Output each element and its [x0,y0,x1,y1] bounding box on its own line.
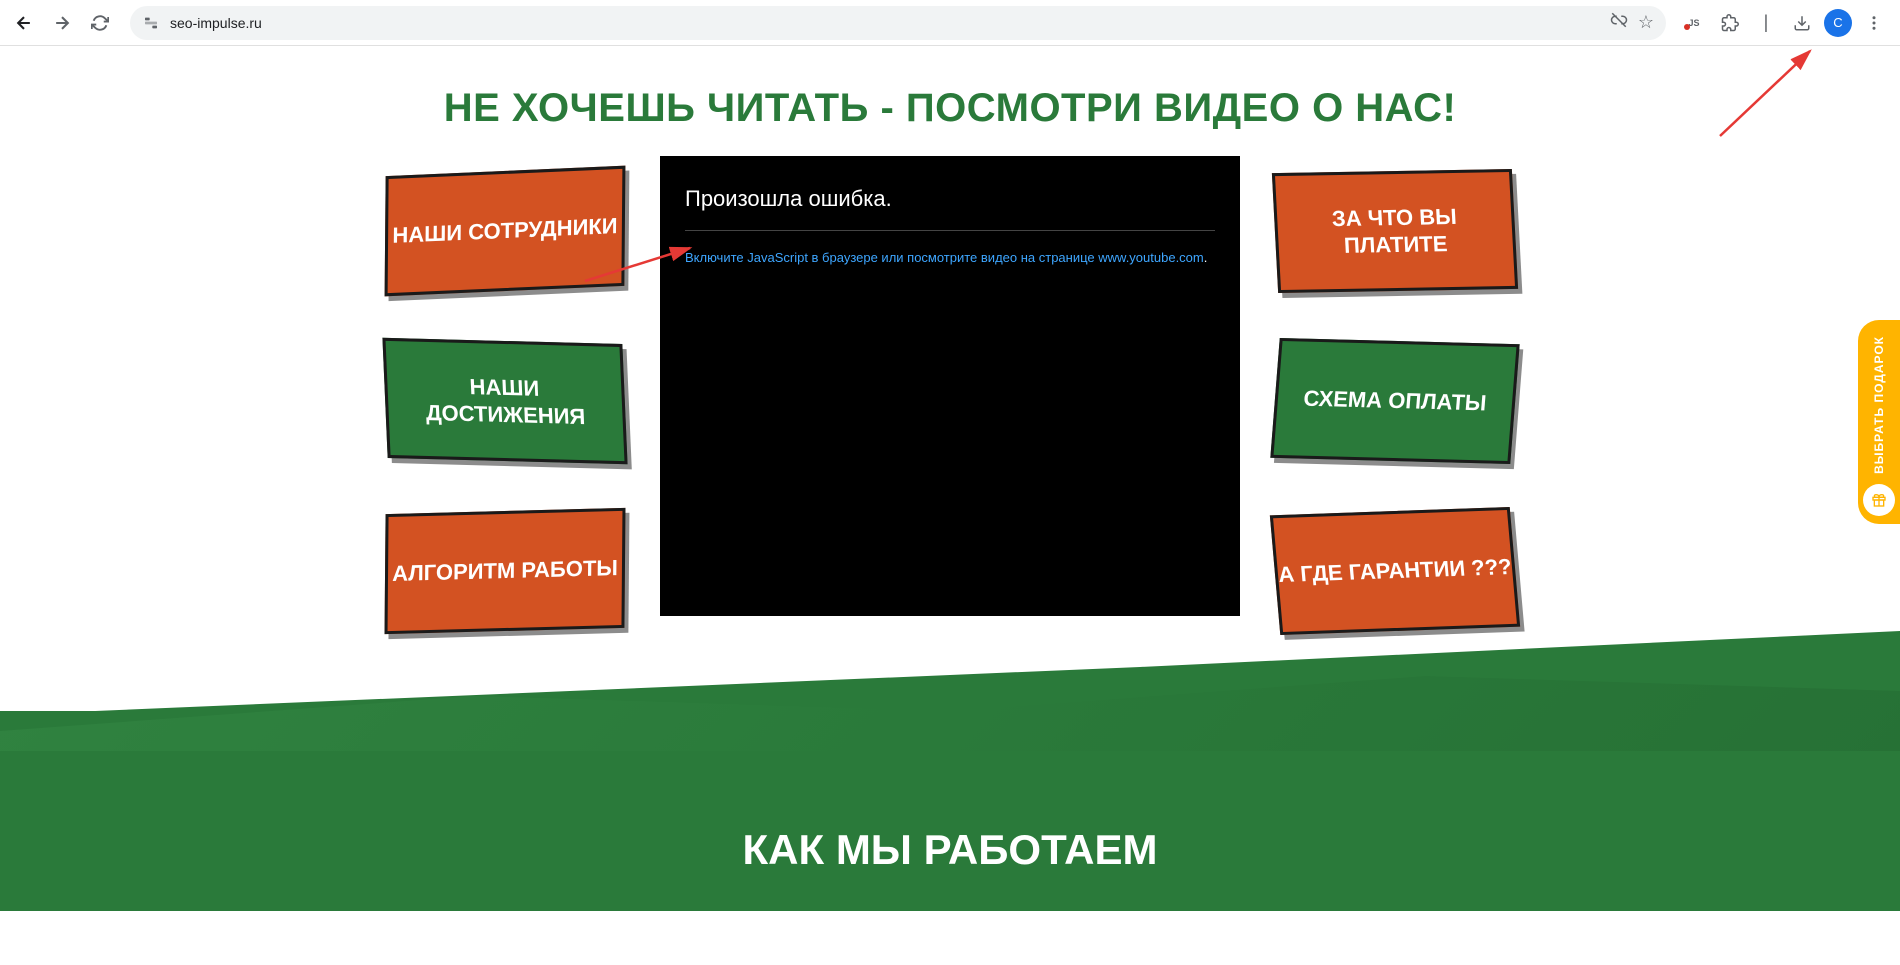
video-embed[interactable]: Произошла ошибка. Включите JavaScript в … [660,156,1240,616]
card-algorithm[interactable]: АЛГОРИТМ РАБОТЫ [385,508,626,634]
card-label: СХЕМА ОПЛАТЫ [1303,385,1488,417]
card-guarantees[interactable]: А ГДЕ ГАРАНТИИ ??? [1270,507,1520,635]
profile-avatar[interactable]: C [1824,9,1852,37]
js-extension-icon[interactable]: JS [1680,9,1708,37]
url-text: seo-impulse.ru [170,15,1600,31]
card-label: АЛГОРИТМ РАБОТЫ [392,554,618,587]
forward-button[interactable] [46,7,78,39]
page-content: НЕ ХОЧЕШЬ ЧИТАТЬ - ПОСМОТРИ ВИДЕО О НАС!… [0,46,1900,911]
broken-link-icon[interactable] [1610,11,1628,34]
gift-icon [1863,484,1895,516]
site-settings-icon[interactable] [142,14,160,32]
card-label: А ГДЕ ГАРАНТИИ ??? [1277,553,1513,589]
how-we-work-section: КАК МЫ РАБОТАЕМ [0,711,1900,911]
hero-title: НЕ ХОЧЕШЬ ЧИТАТЬ - ПОСМОТРИ ВИДЕО О НАС! [0,46,1900,156]
extensions-icon[interactable] [1716,9,1744,37]
card-label: НАШИ СОТРУДНИКИ [392,212,617,249]
downloads-icon[interactable] [1788,9,1816,37]
browser-toolbar: seo-impulse.ru ☆ JS | C [0,0,1900,46]
card-staff[interactable]: НАШИ СОТРУДНИКИ [385,166,626,297]
content-row: НАШИ СОТРУДНИКИ НАШИ ДОСТИЖЕНИЯ АЛГОРИТМ… [0,156,1900,681]
card-label: ЗА ЧТО ВЫ ПЛАТИТЕ [1277,201,1514,260]
address-bar[interactable]: seo-impulse.ru ☆ [130,6,1666,40]
card-payment-for[interactable]: ЗА ЧТО ВЫ ПЛАТИТЕ [1272,169,1518,293]
gift-float-button[interactable]: ВЫБРАТЬ ПОДАРОК [1858,320,1900,524]
reload-button[interactable] [84,7,116,39]
star-icon[interactable]: ☆ [1638,12,1654,33]
back-button[interactable] [8,7,40,39]
left-card-column: НАШИ СОТРУДНИКИ НАШИ ДОСТИЖЕНИЯ АЛГОРИТМ… [385,156,625,631]
card-payment-scheme[interactable]: СХЕМА ОПЛАТЫ [1270,338,1519,464]
right-card-column: ЗА ЧТО ВЫ ПЛАТИТЕ СХЕМА ОПЛАТЫ А ГДЕ ГАР… [1275,156,1515,631]
menu-icon[interactable] [1860,9,1888,37]
how-we-work-title: КАК МЫ РАБОТАЕМ [0,711,1900,874]
separator: | [1752,9,1780,37]
gift-label: ВЫБРАТЬ ПОДАРОК [1872,336,1886,474]
toolbar-right: JS | C [1680,9,1892,37]
card-achievements[interactable]: НАШИ ДОСТИЖЕНИЯ [382,338,627,464]
video-error-message: Включите JavaScript в браузере или посмо… [685,249,1215,267]
card-label: НАШИ ДОСТИЖЕНИЯ [387,370,623,431]
youtube-link[interactable]: www.youtube.com [1098,250,1204,265]
video-error-title: Произошла ошибка. [685,186,1215,231]
